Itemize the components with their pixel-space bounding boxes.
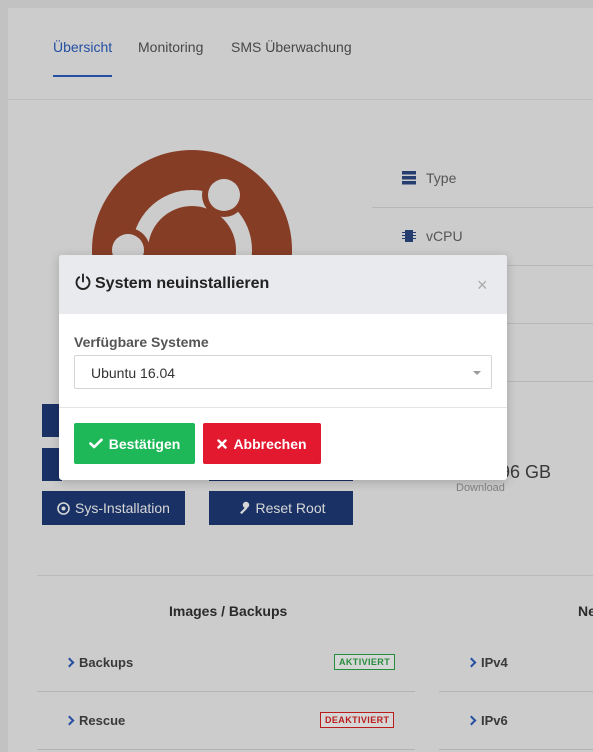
close-icon[interactable]: × (477, 275, 488, 296)
system-select[interactable]: Ubuntu 16.04 (74, 355, 492, 389)
x-icon (217, 438, 228, 449)
systems-field-label: Verfügbare Systeme (74, 334, 209, 350)
power-icon (75, 273, 91, 290)
chevron-down-icon (473, 371, 481, 375)
cancel-button[interactable]: Abbrechen (203, 423, 321, 464)
modal-title: System neuinstallieren (95, 275, 270, 292)
cancel-label: Abbrechen (233, 435, 307, 452)
system-select-value: Ubuntu 16.04 (91, 365, 176, 381)
confirm-label: Bestätigen (108, 435, 181, 452)
modal-divider (59, 407, 507, 408)
reinstall-modal: System neuinstallieren × Verfügbare Syst… (59, 255, 507, 480)
modal-header: System neuinstallieren × (59, 255, 507, 314)
confirm-button[interactable]: Bestätigen (74, 423, 195, 464)
check-icon (88, 438, 103, 449)
